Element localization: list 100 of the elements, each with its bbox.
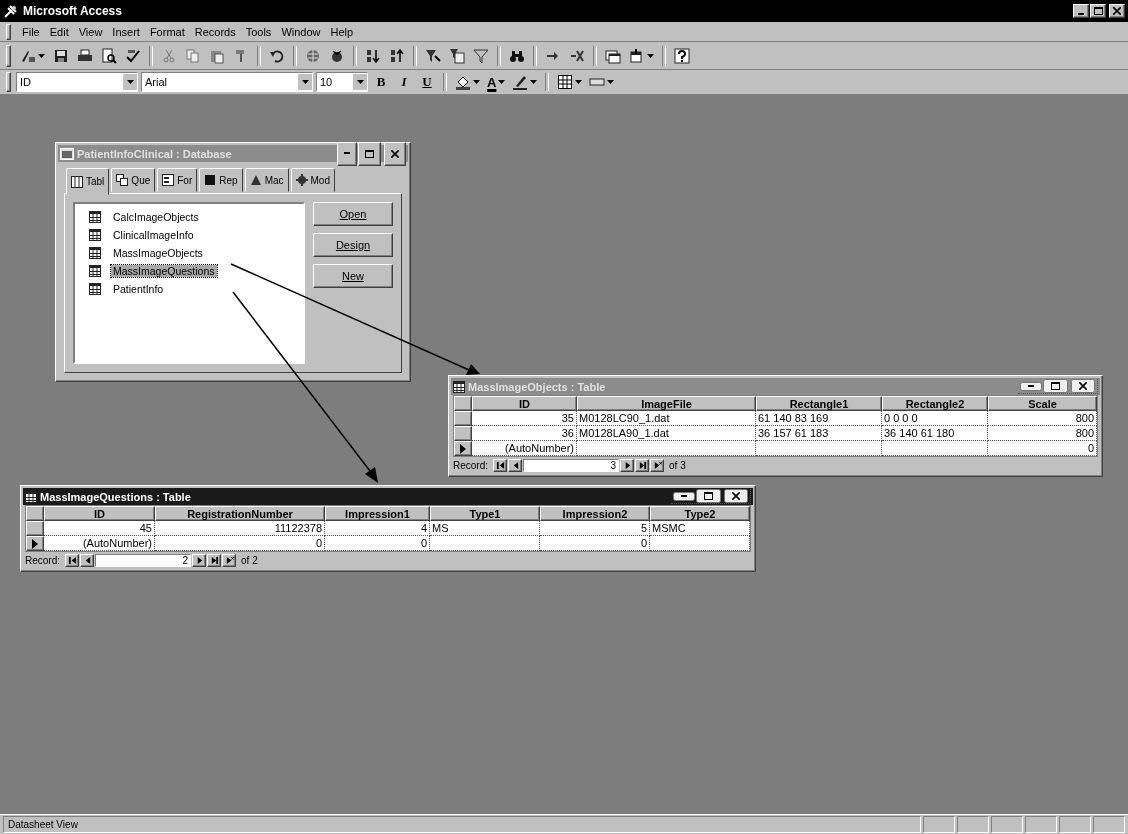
menu-item[interactable]: Records — [189, 24, 241, 39]
row-selector[interactable] — [454, 426, 472, 441]
row-selector[interactable] — [26, 521, 44, 536]
toolbar-separator — [533, 45, 537, 66]
filter-selection-icon — [425, 47, 441, 64]
font-color-button[interactable]: A — [485, 72, 508, 92]
nav-button[interactable] — [635, 459, 649, 472]
module-icon — [295, 174, 308, 186]
close-button[interactable] — [1071, 379, 1095, 393]
column-header[interactable]: Rectangle1 — [756, 396, 882, 411]
italic-button[interactable]: I — [394, 72, 414, 92]
column-header[interactable]: Scale — [988, 396, 1097, 411]
maximize-icon — [1093, 7, 1103, 15]
nav-button[interactable] — [508, 459, 522, 472]
column-header[interactable]: Impression2 — [540, 506, 650, 521]
menu-item[interactable]: Edit — [44, 24, 74, 39]
tab[interactable]: Mod — [290, 168, 335, 192]
column-header[interactable]: ImageFile — [577, 396, 756, 411]
status-panel — [957, 816, 989, 833]
sort-ascending-icon — [365, 47, 381, 64]
column-header[interactable]: ID — [472, 396, 577, 411]
column-header[interactable]: Type1 — [430, 506, 540, 521]
menu-item[interactable]: Window — [276, 24, 326, 39]
column-header[interactable]: Type2 — [650, 506, 750, 521]
nav-button[interactable] — [493, 459, 507, 472]
underline-button[interactable]: U — [417, 72, 437, 92]
toolbar-grip[interactable] — [6, 44, 11, 67]
menu-item[interactable]: View — [73, 24, 108, 39]
list-item[interactable]: MassImageQuestions — [111, 265, 217, 277]
table-cell: 61 140 83 169 — [756, 411, 882, 426]
dialog-button[interactable]: Design — [313, 233, 393, 257]
window-title: MassImageObjects : Table — [468, 380, 607, 393]
column-header[interactable]: ID — [44, 506, 155, 521]
minimize-button[interactable] — [1020, 381, 1042, 391]
select-all-button[interactable] — [26, 506, 44, 521]
close-button[interactable] — [724, 489, 748, 503]
table-cell: (AutoNumber) — [44, 536, 155, 551]
toolbar-separator — [149, 45, 153, 66]
table-cell: 45 — [44, 521, 155, 536]
funnel-icon — [473, 47, 489, 64]
list-item[interactable]: PatientInfo — [111, 283, 166, 295]
table-cell: 800 — [988, 426, 1097, 441]
list-item[interactable]: ClinicalImageInfo — [111, 229, 196, 241]
record-count: of 2 — [241, 555, 258, 566]
toolbar-grip[interactable] — [6, 72, 11, 92]
font-size-combo[interactable]: 10 — [316, 72, 368, 92]
close-icon — [1113, 7, 1121, 15]
object-combo[interactable]: ID — [16, 72, 138, 92]
row-selector[interactable] — [26, 536, 44, 551]
list-item[interactable]: CalcImageObjects — [111, 211, 201, 223]
toolbar-separator — [293, 45, 297, 66]
table-cell: 11122378 — [155, 521, 325, 536]
new-record-icon — [652, 461, 662, 470]
record-label: Record: — [453, 460, 488, 471]
menu-item[interactable]: Help — [325, 24, 359, 39]
menu-item[interactable]: Tools — [240, 24, 277, 39]
record-number-field[interactable]: 2 — [95, 554, 191, 567]
row-selector[interactable] — [454, 441, 472, 456]
row-selector[interactable] — [454, 411, 472, 426]
nav-button[interactable] — [650, 459, 664, 472]
status-panel — [1025, 816, 1057, 833]
menu-item[interactable]: Insert — [107, 24, 145, 39]
select-all-button[interactable] — [454, 396, 472, 411]
dropdown-arrow-icon — [473, 80, 480, 84]
maximize-button[interactable] — [1043, 379, 1068, 393]
new-record-icon — [224, 556, 234, 565]
close-icon — [732, 492, 740, 500]
current-record-icon — [32, 538, 38, 549]
maximize-button[interactable] — [696, 489, 721, 503]
menu-item[interactable]: Format — [144, 24, 190, 39]
nav-button[interactable] — [620, 459, 634, 472]
nav-button[interactable] — [65, 554, 79, 567]
tab[interactable]: Que — [111, 168, 156, 192]
minimize-button[interactable] — [673, 491, 695, 501]
column-header[interactable]: Rectangle2 — [882, 396, 988, 411]
bold-button[interactable]: B — [371, 72, 391, 92]
table-cell: 800 — [988, 411, 1097, 426]
macro-icon — [249, 174, 262, 186]
menu-item[interactable]: File — [17, 24, 45, 39]
nav-button[interactable] — [192, 554, 206, 567]
font-name-combo[interactable]: Arial — [141, 72, 313, 92]
query-icon — [116, 174, 129, 186]
tab[interactable]: For — [157, 168, 198, 192]
nav-button[interactable] — [207, 554, 221, 567]
status-panel — [1093, 816, 1125, 833]
status-panel — [991, 816, 1023, 833]
toolbar-grip[interactable] — [6, 23, 11, 40]
tab[interactable]: Mac — [244, 168, 289, 192]
object-list[interactable]: CalcImageObjects ClinicalImageInfo MassImageObjects MassImageQuestions PatientInfo — [73, 202, 305, 364]
column-header[interactable]: Impression1 — [325, 506, 430, 521]
dialog-button[interactable]: Open — [313, 202, 393, 226]
column-header[interactable]: RegistrationNumber — [155, 506, 325, 521]
nav-button[interactable] — [80, 554, 94, 567]
record-number-field[interactable]: 3 — [523, 459, 619, 472]
tab[interactable]: Rep — [199, 168, 243, 192]
list-item[interactable]: MassImageObjects — [111, 247, 205, 259]
dialog-button[interactable]: New — [313, 264, 393, 288]
nav-button[interactable] — [222, 554, 236, 567]
gridlines-button[interactable] — [555, 72, 585, 92]
tab[interactable]: Tabl — [66, 168, 110, 195]
